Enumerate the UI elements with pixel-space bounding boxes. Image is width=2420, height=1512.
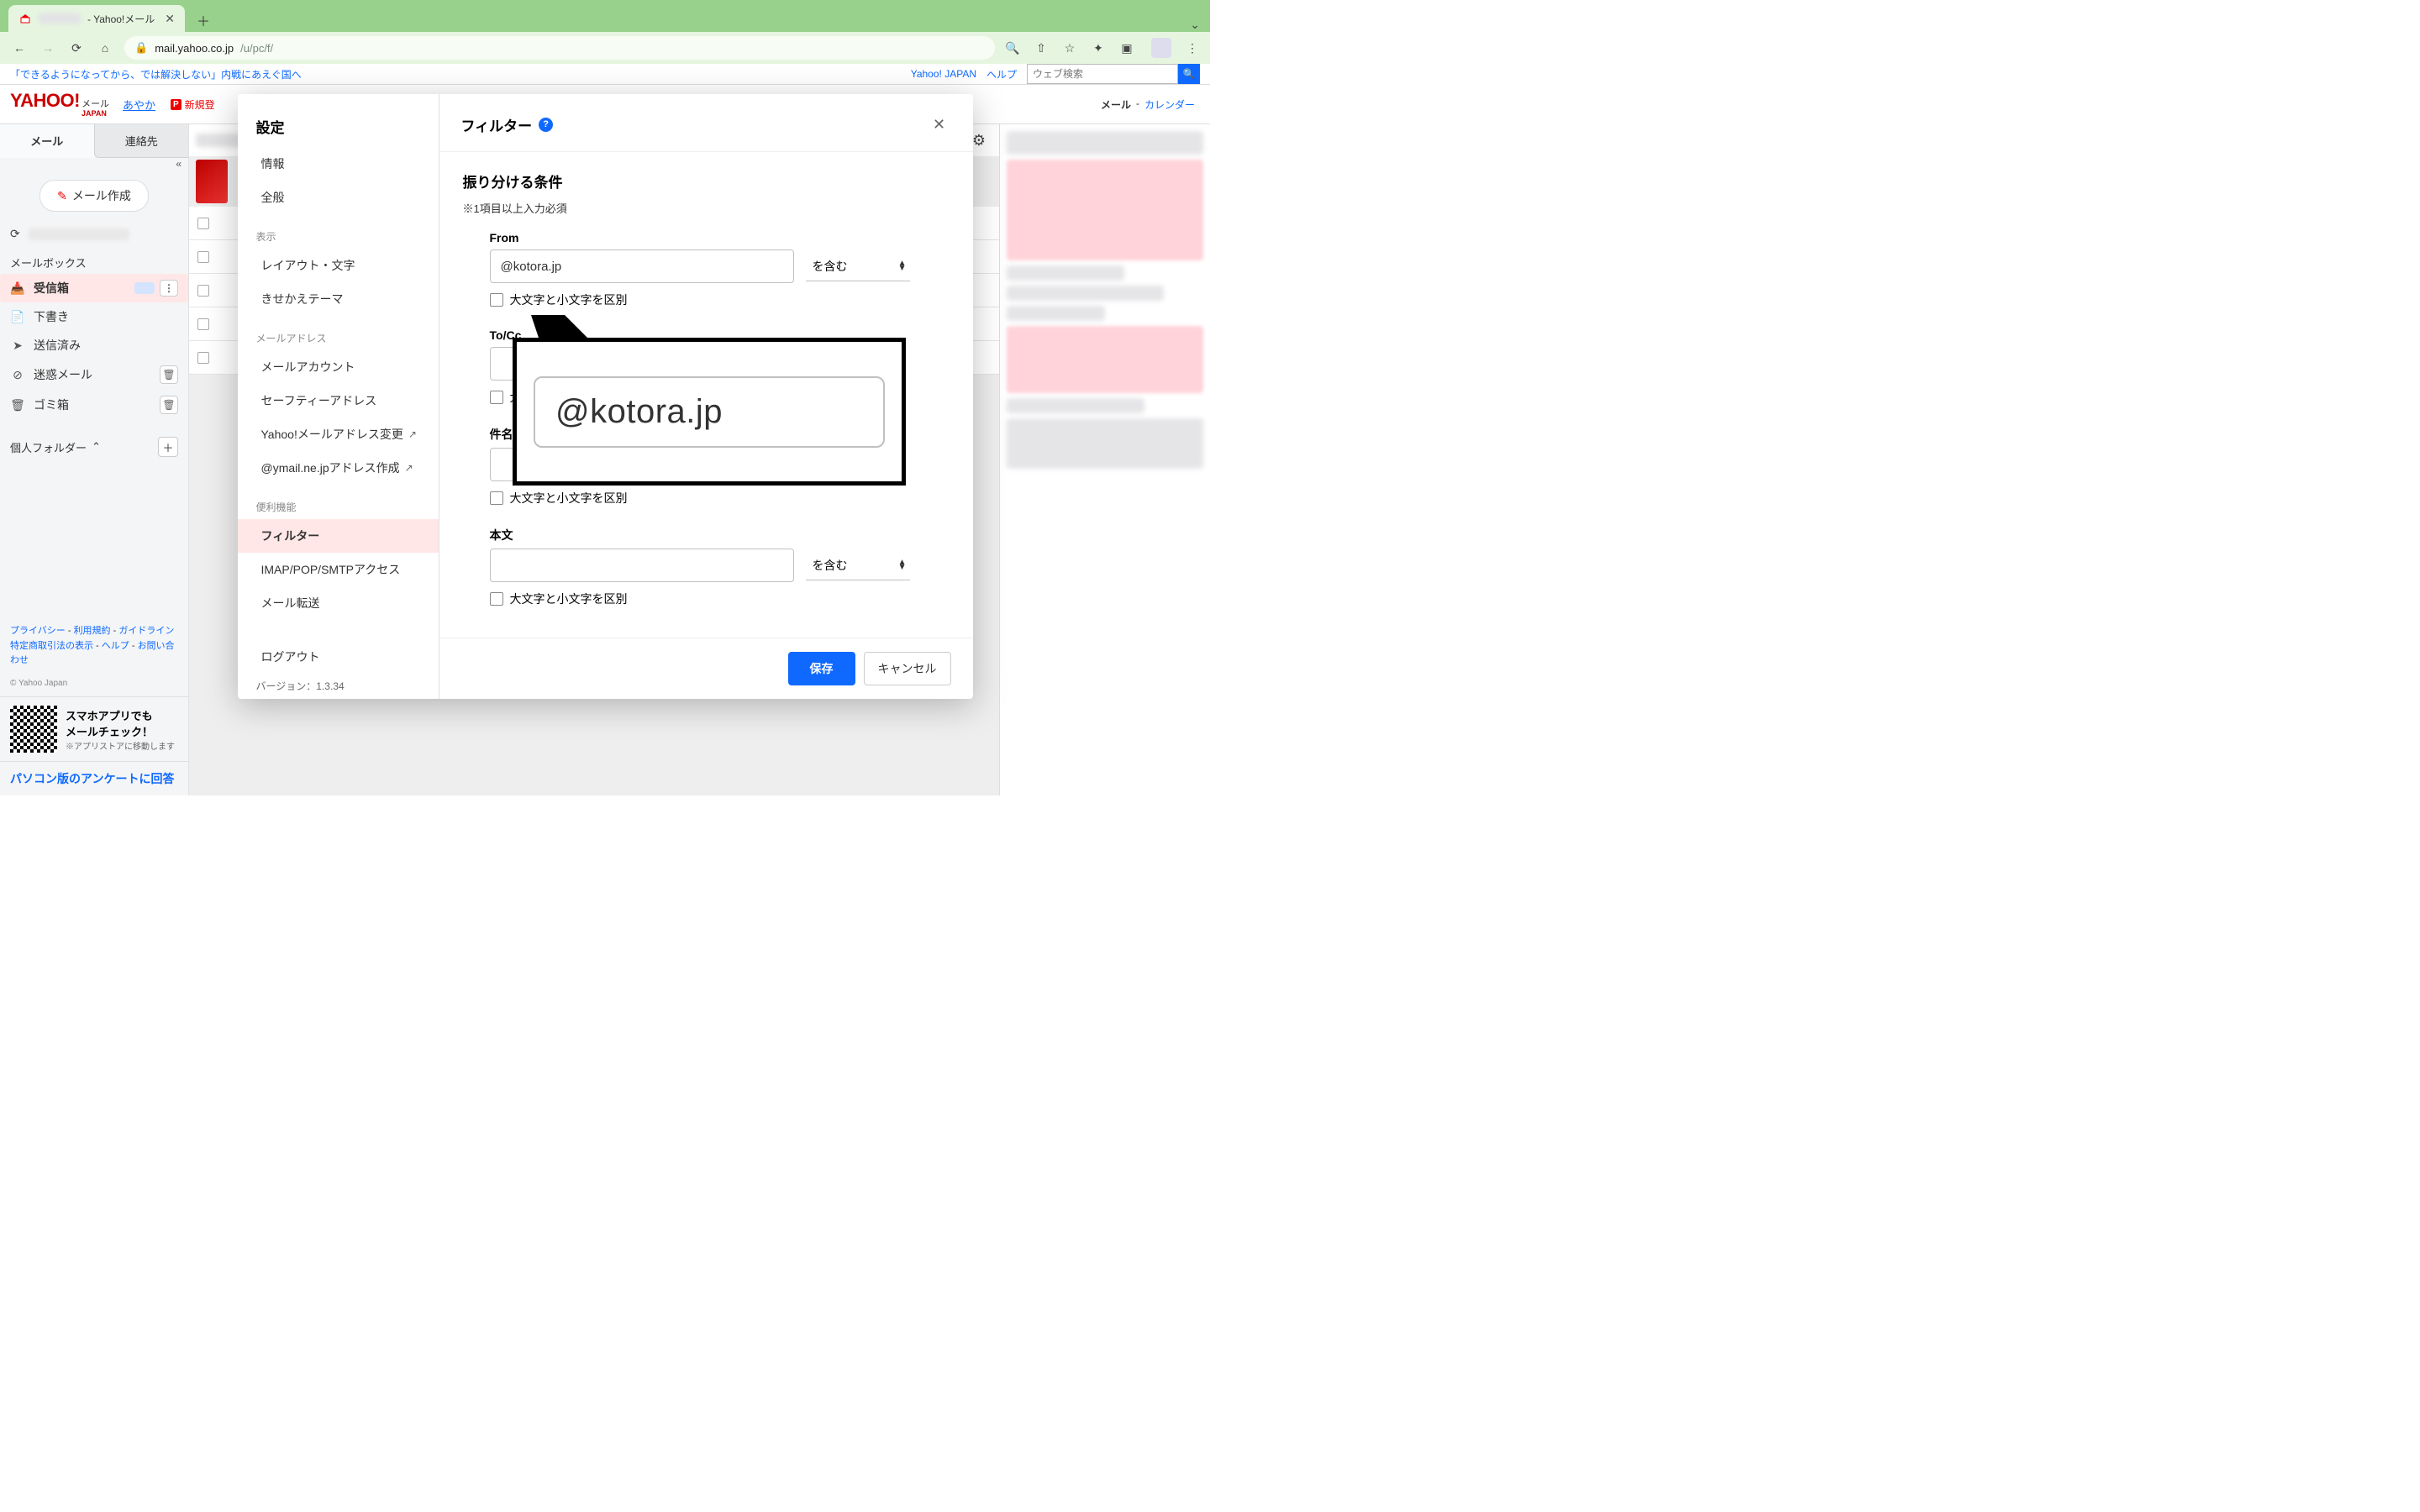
new-tab-button[interactable]: ＋ <box>192 8 215 32</box>
body-match-select[interactable]: を含む ▲▼ <box>806 550 910 580</box>
subject-case-checkbox[interactable] <box>490 491 503 505</box>
from-match-select[interactable]: を含む ▲▼ <box>806 251 910 281</box>
tab-title-blurred <box>39 13 81 24</box>
url-path: /u/pc/f/ <box>240 42 273 55</box>
side-info[interactable]: 情報 <box>238 147 439 181</box>
side-layout[interactable]: レイアウト・文字 <box>238 249 439 282</box>
extensions-icon[interactable]: ✦ <box>1091 40 1106 55</box>
body-label: 本文 <box>490 527 950 543</box>
side-safety[interactable]: セーフティーアドレス <box>238 384 439 417</box>
tab-title-suffix: - Yahoo!メール <box>87 12 155 26</box>
tab-close-icon[interactable]: ✕ <box>165 12 175 26</box>
browser-chrome: - Yahoo!メール ✕ ＋ ⌄ ← → ⟳ ⌂ 🔒 mail.yahoo.c… <box>0 0 1210 64</box>
side-group-display: 表示 <box>238 214 439 249</box>
from-case-label: 大文字と小文字を区別 <box>510 291 628 308</box>
subject-case-label: 大文字と小文字を区別 <box>510 490 628 507</box>
home-button[interactable]: ⌂ <box>96 39 114 57</box>
chevron-updown-icon: ▲▼ <box>898 261 907 271</box>
external-link-icon: ↗ <box>408 428 417 440</box>
callout-text: @kotora.jp <box>534 376 885 448</box>
survey-link[interactable]: パソコン版のアンケートに回答 <box>0 761 188 795</box>
share-icon[interactable]: ⇧ <box>1034 40 1049 55</box>
body-field-block: 本文 を含む ▲▼ 大文字と小文字を区別 <box>463 527 950 607</box>
menu-icon[interactable]: ⋮ <box>1185 40 1200 55</box>
search-icon[interactable]: 🔍 <box>1005 40 1020 55</box>
save-button[interactable]: 保存 <box>788 652 855 685</box>
tocc-case-checkbox[interactable] <box>490 391 503 404</box>
side-group-tools: 便利機能 <box>238 485 439 519</box>
from-input[interactable] <box>490 249 794 283</box>
external-link-icon: ↗ <box>405 462 413 474</box>
tab-favicon <box>18 12 32 25</box>
url-host: mail.yahoo.co.jp <box>155 42 234 55</box>
body-case-checkbox[interactable] <box>490 592 503 606</box>
side-forward[interactable]: メール転送 <box>238 586 439 620</box>
modal-title: フィルター <box>461 114 533 135</box>
side-theme[interactable]: きせかえテーマ <box>238 282 439 316</box>
back-button[interactable]: ← <box>10 39 29 57</box>
callout-arrow <box>531 315 590 361</box>
close-icon[interactable]: ✕ <box>928 113 951 136</box>
side-account[interactable]: メールアカウント <box>238 350 439 384</box>
from-field-block: From を含む ▲▼ 大文字と小文字を区別 <box>463 231 950 308</box>
conditions-title: 振り分ける条件 <box>463 171 950 192</box>
tabs-overflow-icon[interactable]: ⌄ <box>1190 18 1200 32</box>
sidebar-title: 設定 <box>238 116 439 147</box>
side-group-address: メールアドレス <box>238 316 439 350</box>
side-change-address[interactable]: Yahoo!メールアドレス変更 ↗ <box>238 417 439 451</box>
modal-header: フィルター ? ✕ <box>439 94 973 152</box>
help-badge-icon[interactable]: ? <box>539 118 553 132</box>
lock-icon: 🔒 <box>134 41 148 55</box>
modal-footer: 保存 キャンセル <box>439 638 973 699</box>
chevron-updown-icon: ▲▼ <box>898 560 907 570</box>
required-note: ※1項目以上入力必須 <box>463 200 950 216</box>
star-icon[interactable]: ☆ <box>1062 40 1077 55</box>
profile-avatar[interactable] <box>1151 38 1171 58</box>
version: バージョン：1.3.34 <box>238 674 439 693</box>
side-logout[interactable]: ログアウト <box>238 640 439 674</box>
sidepanel-icon[interactable]: ▣ <box>1119 40 1134 55</box>
url-bar[interactable]: 🔒 mail.yahoo.co.jp/u/pc/f/ <box>124 36 995 60</box>
forward-button[interactable]: → <box>39 39 57 57</box>
side-imap[interactable]: IMAP/POP/SMTPアクセス <box>238 553 439 586</box>
modal-sidebar: 設定 情報 全般 表示 レイアウト・文字 きせかえテーマ メールアドレス メール… <box>238 94 439 699</box>
url-actions: 🔍 ⇧ ☆ ✦ ▣ ⋮ <box>1005 38 1200 58</box>
body-input[interactable] <box>490 549 794 582</box>
side-general[interactable]: 全般 <box>238 181 439 214</box>
url-bar-row: ← → ⟳ ⌂ 🔒 mail.yahoo.co.jp/u/pc/f/ 🔍 ⇧ ☆… <box>0 32 1210 64</box>
tab-bar: - Yahoo!メール ✕ ＋ ⌄ <box>0 0 1210 32</box>
browser-tab[interactable]: - Yahoo!メール ✕ <box>8 5 185 32</box>
body-case-label: 大文字と小文字を区別 <box>510 591 628 607</box>
from-label: From <box>490 231 950 244</box>
cancel-button[interactable]: キャンセル <box>864 652 951 685</box>
side-filter[interactable]: フィルター <box>238 519 439 553</box>
reload-button[interactable]: ⟳ <box>67 39 86 57</box>
side-create-ymail[interactable]: @ymail.ne.jpアドレス作成 ↗ <box>238 451 439 485</box>
from-case-checkbox[interactable] <box>490 293 503 307</box>
